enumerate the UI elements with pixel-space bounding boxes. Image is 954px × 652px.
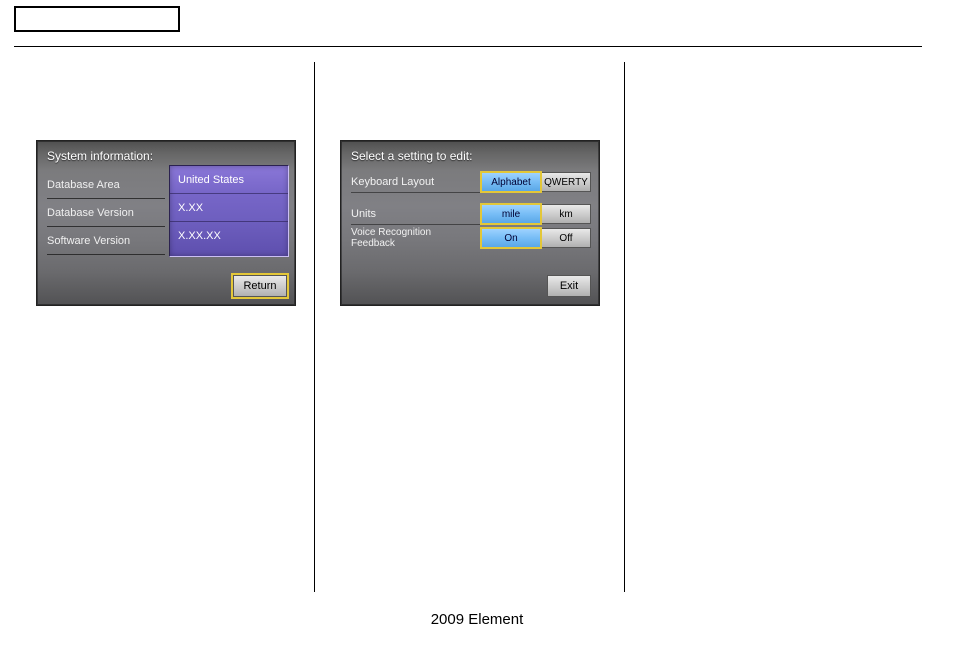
panel2-title: Select a setting to edit: bbox=[351, 149, 472, 163]
label-keyboard-layout: Keyboard Layout bbox=[351, 171, 481, 193]
column-3 bbox=[622, 62, 922, 592]
label-units: Units bbox=[351, 203, 481, 225]
option-qwerty[interactable]: QWERTY bbox=[541, 172, 591, 192]
label-software-version: Software Version bbox=[47, 227, 165, 255]
system-information-panel: System information: Database Area Databa… bbox=[36, 140, 296, 306]
select-setting-panel: Select a setting to edit: Keyboard Layou… bbox=[340, 140, 600, 306]
option-alphabet[interactable]: Alphabet bbox=[481, 172, 541, 192]
toggle-units: mile km bbox=[481, 204, 591, 224]
footer-text: 2009 Element bbox=[0, 611, 954, 628]
label-database-area: Database Area bbox=[47, 171, 165, 199]
row-voice-recognition-feedback: Voice RecognitionFeedback On Off bbox=[351, 227, 591, 249]
row-keyboard-layout: Keyboard Layout Alphabet QWERTY bbox=[351, 171, 591, 193]
horizontal-rule bbox=[14, 46, 922, 47]
column-1: System information: Database Area Databa… bbox=[14, 62, 318, 592]
value-database-version: X.XX bbox=[170, 194, 288, 222]
columns-container: System information: Database Area Databa… bbox=[14, 62, 922, 592]
toggle-voice-feedback: On Off bbox=[481, 228, 591, 248]
sysinfo-values: United States X.XX X.XX.XX bbox=[169, 165, 289, 257]
column-2: Select a setting to edit: Keyboard Layou… bbox=[318, 62, 622, 592]
label-database-version: Database Version bbox=[47, 199, 165, 227]
label-voice-recognition-feedback: Voice RecognitionFeedback bbox=[351, 227, 481, 249]
row-units: Units mile km bbox=[351, 203, 591, 225]
panel1-title: System information: bbox=[47, 149, 153, 163]
option-km[interactable]: km bbox=[541, 204, 591, 224]
value-software-version: X.XX.XX bbox=[170, 222, 288, 250]
exit-button[interactable]: Exit bbox=[547, 275, 591, 297]
toggle-keyboard-layout: Alphabet QWERTY bbox=[481, 172, 591, 192]
option-off[interactable]: Off bbox=[541, 228, 591, 248]
option-on[interactable]: On bbox=[481, 228, 541, 248]
sysinfo-labels: Database Area Database Version Software … bbox=[47, 171, 165, 255]
top-empty-box bbox=[14, 6, 180, 32]
return-button[interactable]: Return bbox=[233, 275, 287, 297]
option-mile[interactable]: mile bbox=[481, 204, 541, 224]
value-database-area: United States bbox=[170, 166, 288, 194]
